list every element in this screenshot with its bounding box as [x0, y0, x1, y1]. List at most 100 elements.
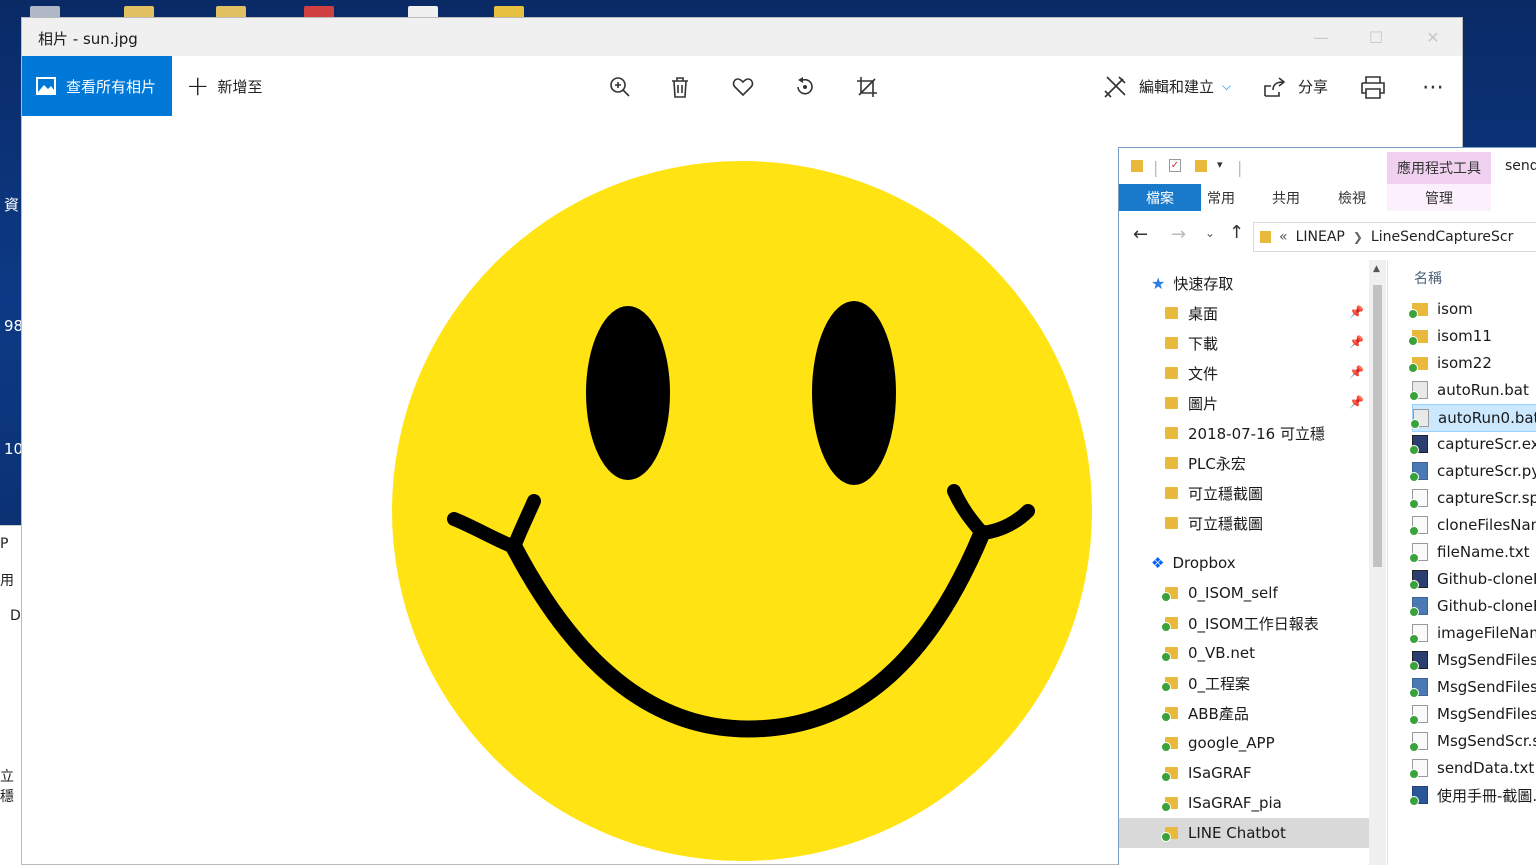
nav-dropbox[interactable]: ❖ Dropbox: [1151, 548, 1236, 578]
file-row[interactable]: isom22: [1408, 350, 1492, 376]
file-row[interactable]: MsgSendFiles.py: [1409, 674, 1536, 700]
nav-item[interactable]: 可立穩截圖: [1165, 478, 1263, 508]
batch-file-icon: [1410, 409, 1429, 429]
back-arrow-icon[interactable]: ←: [1133, 224, 1148, 245]
breadcrumb-item[interactable]: LINEAP: [1296, 229, 1345, 245]
nav-item[interactable]: 0_VB.net: [1161, 638, 1255, 668]
minimize-button[interactable]: —: [1298, 18, 1344, 56]
nav-item-documents[interactable]: 文件: [1165, 358, 1218, 388]
up-arrow-icon[interactable]: ↑: [1229, 222, 1244, 243]
nav-label: ISaGRAF_pia: [1188, 794, 1282, 812]
file-row-selected[interactable]: autoRun0.bat: [1410, 404, 1536, 432]
share-icon-button[interactable]: [1261, 73, 1289, 101]
nav-quick-access[interactable]: ★ 快速存取: [1151, 268, 1233, 298]
nav-item[interactable]: 0_工程案: [1161, 668, 1250, 698]
add-to-button[interactable]: + 新增至: [186, 56, 262, 116]
breadcrumb-item[interactable]: LineSendCaptureScr: [1371, 229, 1513, 245]
text-file-icon: [1409, 543, 1428, 563]
pin-icon[interactable]: 📌: [1349, 395, 1364, 409]
nav-item[interactable]: ISaGRAF_pia: [1161, 788, 1282, 818]
file-name: autoRun.bat: [1437, 381, 1529, 399]
file-row[interactable]: captureScr.exe: [1409, 431, 1536, 457]
folder-icon: [1408, 356, 1428, 373]
customize-dropdown-icon[interactable]: ▾: [1217, 158, 1223, 171]
forward-arrow-icon[interactable]: →: [1171, 224, 1186, 245]
file-row[interactable]: imageFileName.txt: [1409, 620, 1536, 646]
crop-button[interactable]: [853, 73, 881, 101]
nav-item-selected[interactable]: LINE Chatbot: [1119, 818, 1369, 848]
see-all-photos-button[interactable]: 查看所有相片: [22, 56, 172, 116]
breadcrumb-overflow[interactable]: «: [1279, 229, 1288, 245]
file-name: Github-cloneFiles.py: [1437, 597, 1536, 615]
scroll-up-icon[interactable]: ▲: [1373, 264, 1380, 274]
face: [392, 161, 1092, 861]
tab-home[interactable]: 常用: [1201, 184, 1241, 211]
share-button[interactable]: 分享: [1298, 56, 1328, 116]
tab-manage[interactable]: 管理: [1387, 184, 1491, 211]
add-to-label: 新增至: [217, 77, 263, 96]
pin-icon[interactable]: 📌: [1349, 335, 1364, 349]
file-row[interactable]: captureScr.spec: [1409, 485, 1536, 511]
zoom-in-button[interactable]: [606, 73, 634, 101]
nav-item-desktop[interactable]: 桌面: [1165, 298, 1218, 328]
print-button[interactable]: [1359, 73, 1387, 101]
file-row[interactable]: cloneFilesName.txt: [1409, 512, 1536, 538]
file-row[interactable]: captureScr.py: [1409, 458, 1536, 484]
file-row[interactable]: Github-cloneFiles.exe: [1409, 566, 1536, 592]
file-row[interactable]: fileName.txt: [1409, 539, 1530, 565]
nav-item[interactable]: 0_ISOM_self: [1161, 578, 1278, 608]
file-name: captureScr.exe: [1437, 435, 1536, 453]
title-bar[interactable]: 相片 - sun.jpg — ☐ ✕: [22, 18, 1462, 56]
nav-item[interactable]: 可立穩截圖: [1165, 508, 1263, 538]
text-file-icon: [1409, 759, 1428, 779]
more-button[interactable]: ⋯: [1419, 73, 1447, 101]
edit-create-icon-button[interactable]: [1101, 73, 1129, 101]
nav-item[interactable]: PLC永宏: [1165, 448, 1246, 478]
nav-item-pictures[interactable]: 圖片: [1165, 388, 1218, 418]
synced-folder-icon: [1161, 737, 1178, 752]
nav-item[interactable]: google_APP: [1161, 728, 1275, 758]
close-button[interactable]: ✕: [1410, 18, 1456, 56]
file-row[interactable]: sendData.txt: [1409, 755, 1534, 781]
new-folder-icon[interactable]: [1195, 160, 1207, 172]
nav-label: 文件: [1188, 364, 1219, 383]
synced-folder-icon: [1161, 707, 1178, 722]
tab-view[interactable]: 檢視: [1331, 184, 1373, 211]
file-row[interactable]: MsgSendFiles.exe: [1409, 647, 1536, 673]
folder-icon: [1165, 457, 1178, 469]
nav-label: google_APP: [1188, 734, 1275, 752]
column-header-name[interactable]: 名稱: [1414, 268, 1442, 288]
nav-item[interactable]: 2018-07-16 可立穩: [1165, 418, 1325, 448]
recent-locations-chevron-icon[interactable]: ⌄: [1205, 226, 1215, 240]
chevron-right-icon[interactable]: ❯: [1353, 230, 1363, 244]
nav-item[interactable]: 0_ISOM工作日報表: [1161, 608, 1319, 638]
tab-share[interactable]: 共用: [1265, 184, 1307, 211]
maximize-button[interactable]: ☐: [1353, 18, 1399, 56]
file-row[interactable]: isom11: [1408, 323, 1492, 349]
nav-item[interactable]: ISaGRAF: [1161, 758, 1251, 788]
edit-create-button[interactable]: 編輯和建立 ⌵: [1139, 56, 1231, 116]
tab-file[interactable]: 檔案: [1119, 184, 1201, 211]
favorite-button[interactable]: [729, 73, 757, 101]
nav-scrollbar[interactable]: ▲: [1369, 260, 1386, 865]
scroll-thumb[interactable]: [1373, 285, 1382, 567]
pin-icon[interactable]: 📌: [1349, 305, 1364, 319]
sync-status-icon: [1409, 634, 1419, 644]
nav-label: Dropbox: [1172, 554, 1236, 572]
address-bar[interactable]: « LINEAP ❯ LineSendCaptureScr: [1253, 222, 1536, 252]
file-row[interactable]: isom: [1408, 296, 1473, 322]
nav-item[interactable]: ABB產品: [1161, 698, 1249, 728]
background-window[interactable]: P 用 D 立穩: [0, 525, 22, 865]
nav-item-downloads[interactable]: 下載: [1165, 328, 1218, 358]
folder-icon[interactable]: [1131, 160, 1143, 172]
delete-button[interactable]: [666, 73, 694, 101]
synced-folder-icon: [1161, 587, 1178, 602]
file-row[interactable]: Github-cloneFiles.py: [1409, 593, 1536, 619]
rotate-button[interactable]: [791, 73, 819, 101]
pin-icon[interactable]: 📌: [1349, 365, 1364, 379]
file-row[interactable]: 使用手冊-截圖.docx: [1409, 782, 1536, 808]
file-row[interactable]: MsgSendScr.spec: [1409, 728, 1536, 754]
properties-icon[interactable]: ✓: [1169, 159, 1181, 172]
file-row[interactable]: autoRun.bat: [1409, 377, 1529, 403]
file-row[interactable]: MsgSendFiles.spec: [1409, 701, 1536, 727]
